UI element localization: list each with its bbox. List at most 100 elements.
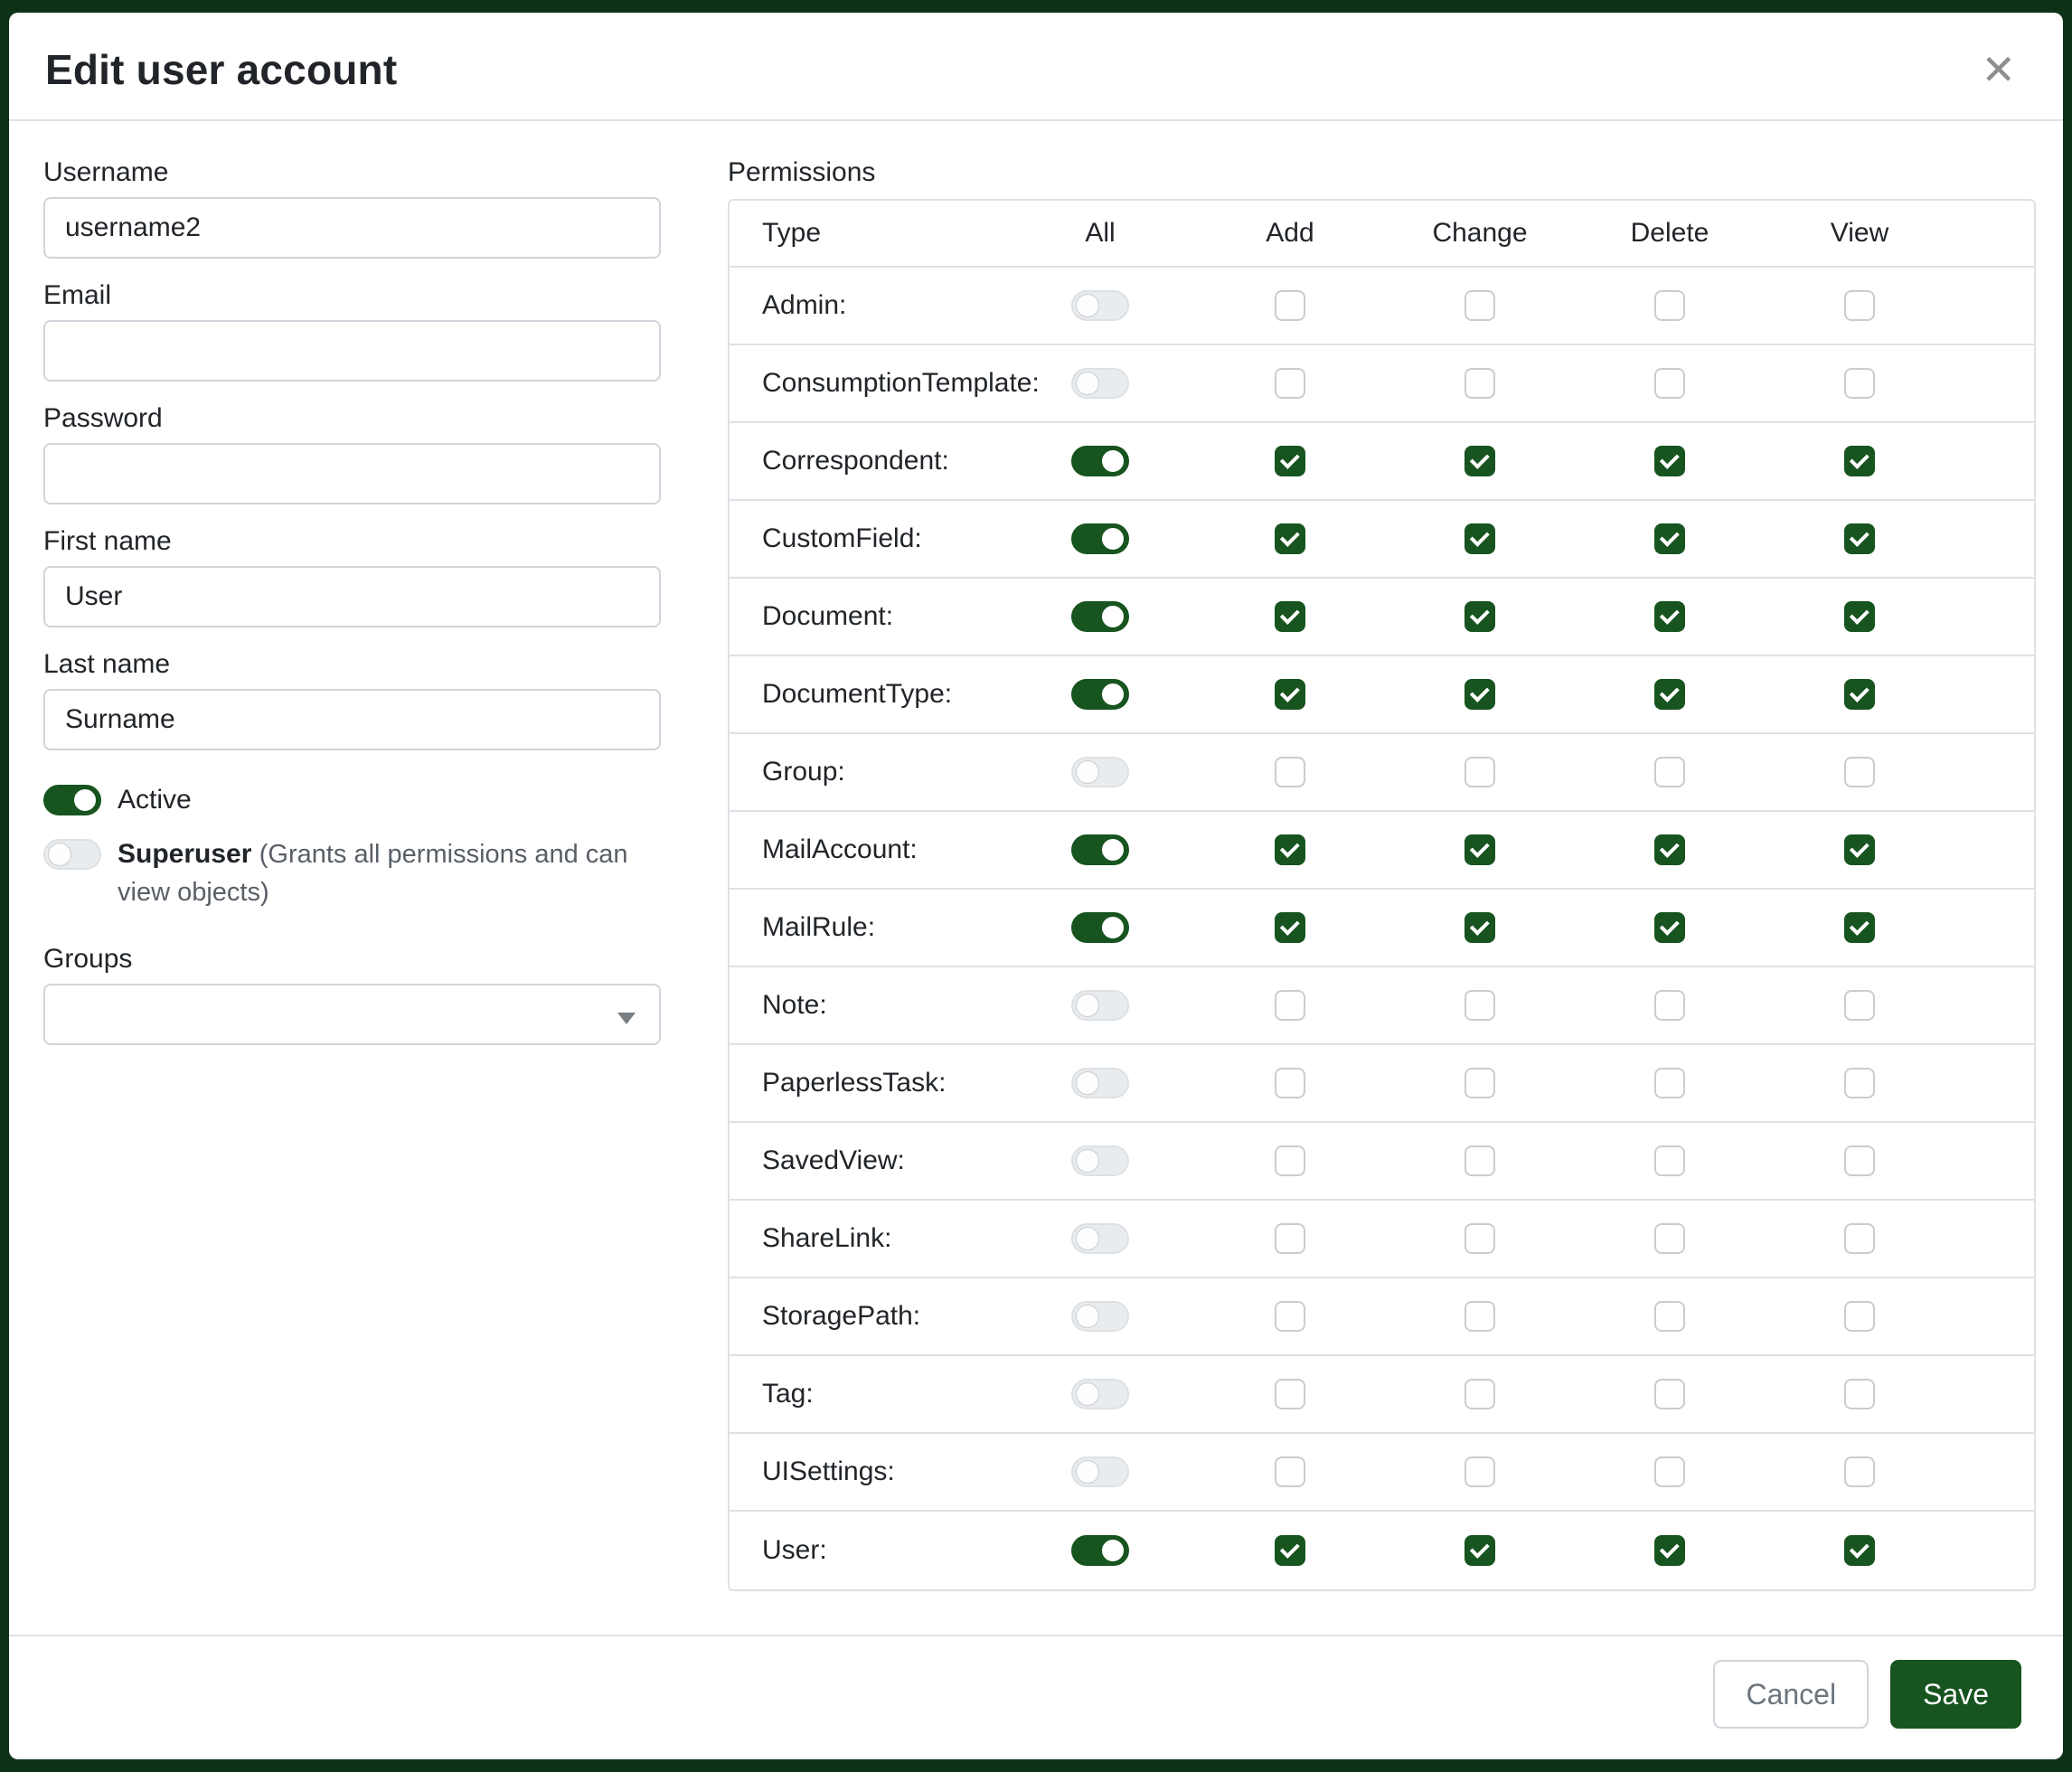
view-checkbox[interactable] (1844, 1223, 1875, 1254)
add-checkbox[interactable] (1275, 1379, 1305, 1409)
all-toggle[interactable] (1071, 1145, 1129, 1176)
groups-select[interactable] (43, 984, 661, 1045)
change-checkbox[interactable] (1465, 1535, 1495, 1566)
first-name-input[interactable] (43, 566, 661, 627)
all-toggle[interactable] (1071, 1535, 1129, 1566)
change-checkbox[interactable] (1465, 1379, 1495, 1409)
email-input[interactable] (43, 320, 661, 382)
all-toggle[interactable] (1071, 368, 1129, 399)
superuser-toggle[interactable] (43, 839, 101, 870)
add-checkbox[interactable] (1275, 446, 1305, 476)
add-checkbox[interactable] (1275, 1223, 1305, 1254)
delete-checkbox[interactable] (1654, 912, 1685, 943)
add-checkbox[interactable] (1275, 990, 1305, 1021)
all-toggle[interactable] (1071, 1223, 1129, 1254)
view-checkbox[interactable] (1844, 1379, 1875, 1409)
all-toggle[interactable] (1071, 834, 1129, 865)
view-checkbox[interactable] (1844, 990, 1875, 1021)
save-button[interactable]: Save (1890, 1660, 2021, 1729)
all-toggle[interactable] (1071, 990, 1129, 1021)
add-checkbox[interactable] (1275, 834, 1305, 865)
view-checkbox[interactable] (1844, 1068, 1875, 1098)
change-checkbox[interactable] (1465, 990, 1495, 1021)
add-checkbox[interactable] (1275, 1456, 1305, 1487)
add-checkbox[interactable] (1275, 912, 1305, 943)
delete-checkbox[interactable] (1654, 1535, 1685, 1566)
all-toggle[interactable] (1071, 1301, 1129, 1332)
change-checkbox[interactable] (1465, 446, 1495, 476)
change-checkbox[interactable] (1465, 368, 1495, 399)
delete-checkbox[interactable] (1654, 1379, 1685, 1409)
change-checkbox[interactable] (1465, 1301, 1495, 1332)
change-checkbox[interactable] (1465, 757, 1495, 787)
change-checkbox[interactable] (1465, 523, 1495, 554)
all-toggle[interactable] (1071, 523, 1129, 554)
delete-checkbox[interactable] (1654, 679, 1685, 710)
view-checkbox[interactable] (1844, 523, 1875, 554)
username-input[interactable] (43, 197, 661, 259)
change-checkbox[interactable] (1465, 1456, 1495, 1487)
delete-checkbox[interactable] (1654, 290, 1685, 321)
delete-checkbox[interactable] (1654, 368, 1685, 399)
add-checkbox[interactable] (1275, 290, 1305, 321)
cancel-button[interactable]: Cancel (1713, 1660, 1869, 1729)
all-toggle[interactable] (1071, 679, 1129, 710)
delete-cell (1575, 368, 1765, 399)
add-checkbox[interactable] (1275, 1301, 1305, 1332)
view-checkbox[interactable] (1844, 1456, 1875, 1487)
change-checkbox[interactable] (1465, 1223, 1495, 1254)
last-name-input[interactable] (43, 689, 661, 750)
view-checkbox[interactable] (1844, 757, 1875, 787)
delete-checkbox[interactable] (1654, 601, 1685, 632)
view-checkbox[interactable] (1844, 912, 1875, 943)
delete-checkbox[interactable] (1654, 1301, 1685, 1332)
all-toggle[interactable] (1071, 1379, 1129, 1409)
view-checkbox[interactable] (1844, 290, 1875, 321)
view-cell (1765, 290, 1954, 321)
add-checkbox[interactable] (1275, 368, 1305, 399)
view-checkbox[interactable] (1844, 834, 1875, 865)
all-toggle[interactable] (1071, 1068, 1129, 1098)
delete-checkbox[interactable] (1654, 1145, 1685, 1176)
add-checkbox[interactable] (1275, 601, 1305, 632)
delete-checkbox[interactable] (1654, 834, 1685, 865)
all-toggle[interactable] (1071, 290, 1129, 321)
view-checkbox[interactable] (1844, 368, 1875, 399)
all-toggle[interactable] (1071, 446, 1129, 476)
delete-checkbox[interactable] (1654, 1068, 1685, 1098)
change-checkbox[interactable] (1465, 290, 1495, 321)
delete-checkbox[interactable] (1654, 990, 1685, 1021)
change-checkbox[interactable] (1465, 834, 1495, 865)
add-checkbox[interactable] (1275, 679, 1305, 710)
add-checkbox[interactable] (1275, 523, 1305, 554)
change-checkbox[interactable] (1465, 1068, 1495, 1098)
view-checkbox[interactable] (1844, 1535, 1875, 1566)
all-toggle[interactable] (1071, 757, 1129, 787)
delete-checkbox[interactable] (1654, 446, 1685, 476)
change-checkbox[interactable] (1465, 601, 1495, 632)
change-checkbox[interactable] (1465, 912, 1495, 943)
add-checkbox[interactable] (1275, 757, 1305, 787)
all-toggle[interactable] (1071, 912, 1129, 943)
add-checkbox[interactable] (1275, 1535, 1305, 1566)
add-checkbox[interactable] (1275, 1068, 1305, 1098)
view-checkbox[interactable] (1844, 446, 1875, 476)
toggle-knob (1101, 527, 1125, 551)
view-checkbox[interactable] (1844, 1145, 1875, 1176)
delete-checkbox[interactable] (1654, 757, 1685, 787)
password-input[interactable] (43, 443, 661, 504)
close-icon[interactable]: ✕ (1975, 45, 2021, 94)
active-toggle[interactable] (43, 785, 101, 815)
view-checkbox[interactable] (1844, 1301, 1875, 1332)
change-checkbox[interactable] (1465, 679, 1495, 710)
view-checkbox[interactable] (1844, 679, 1875, 710)
delete-checkbox[interactable] (1654, 523, 1685, 554)
toggle-knob (48, 843, 71, 866)
change-checkbox[interactable] (1465, 1145, 1495, 1176)
all-toggle[interactable] (1071, 601, 1129, 632)
view-checkbox[interactable] (1844, 601, 1875, 632)
add-checkbox[interactable] (1275, 1145, 1305, 1176)
all-toggle[interactable] (1071, 1456, 1129, 1487)
delete-checkbox[interactable] (1654, 1456, 1685, 1487)
delete-checkbox[interactable] (1654, 1223, 1685, 1254)
